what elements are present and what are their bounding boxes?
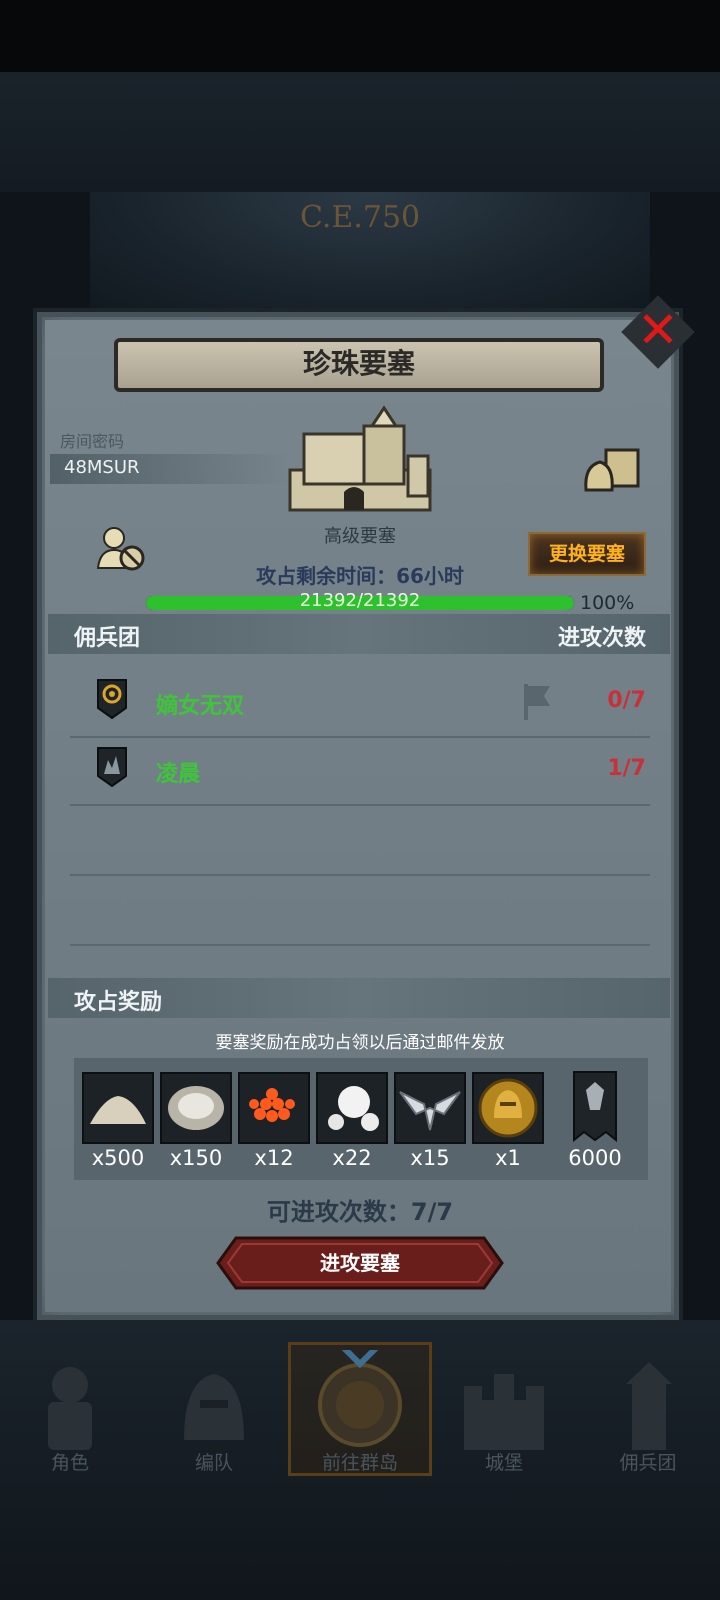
reward-qty: x1: [495, 1146, 521, 1170]
guild-attack-count: 0/7: [607, 688, 646, 713]
gold-helmet-coin-icon: [478, 1078, 538, 1138]
nav-label-islands: 前往群岛: [321, 1452, 398, 1474]
war-banner-icon[interactable]: [570, 1070, 620, 1144]
attack-fortress-label[interactable]: 进攻要塞: [216, 1236, 504, 1290]
reward-qty: x150: [169, 1146, 223, 1170]
nav-label-mercenary: 佣兵团: [619, 1452, 677, 1474]
castle-icon: [464, 1374, 544, 1450]
fortress-hp-text: 21392/21392: [299, 590, 421, 611]
pearls-icon: [328, 1086, 379, 1131]
available-attacks: 可进攻次数：7/7: [266, 1198, 454, 1226]
reward-qty: x12: [254, 1146, 294, 1170]
era-label: C.E.750: [300, 200, 421, 235]
nav-label-formation: 编队: [194, 1452, 233, 1474]
remaining-time: 攻占剩余时间：66小时: [256, 564, 464, 588]
row-divider: [70, 736, 650, 738]
reward-item[interactable]: [316, 1072, 388, 1144]
tower-icon: [626, 1362, 672, 1450]
fortress-icon: [288, 405, 432, 512]
reward-qty: 6000: [568, 1146, 622, 1170]
reward-item[interactable]: [238, 1072, 310, 1144]
fortress-hp-percent: 100%: [580, 592, 635, 614]
compass-icon: [318, 1350, 402, 1447]
map-background: [0, 72, 720, 192]
row-divider: [70, 874, 650, 876]
flag-icon: [524, 684, 550, 720]
attacks-header: 进攻次数: [557, 626, 646, 651]
supply-bag-icon[interactable]: [582, 442, 644, 494]
rewards-section-title: 攻占奖励: [74, 990, 163, 1015]
fortress-type: 高级要塞: [324, 526, 396, 547]
reward-item[interactable]: [394, 1072, 466, 1144]
guild-attack-count: 1/7: [607, 756, 646, 781]
guild-name[interactable]: 嫡女无双: [156, 688, 244, 720]
helmet-icon: [184, 1374, 244, 1440]
room-code-label: 房间密码: [60, 432, 125, 451]
dialog-title: 珍珠要塞: [302, 347, 415, 380]
guild-emblem-icon: [97, 747, 127, 788]
reward-qty: x15: [410, 1146, 450, 1170]
room-code-value[interactable]: 48MSUR: [64, 457, 140, 478]
nav-label-character: 角色: [50, 1452, 89, 1474]
reward-qty: x500: [91, 1146, 145, 1170]
oyster-shell-icon: [168, 1086, 224, 1130]
row-divider: [70, 804, 650, 806]
knight-icon: [48, 1367, 92, 1450]
fish-roe-icon: [249, 1088, 295, 1122]
silver-wings-emblem-icon: [399, 1091, 461, 1131]
reward-note: 要塞奖励在成功占领以后通过邮件发放: [215, 1033, 505, 1053]
guild-emblem-icon: [97, 679, 127, 720]
no-person-icon[interactable]: [96, 524, 146, 572]
reward-qty: x22: [332, 1146, 372, 1170]
nav-label-castle: 城堡: [484, 1452, 523, 1474]
close-icon[interactable]: ✕: [632, 304, 684, 356]
guild-name[interactable]: 凌晨: [156, 756, 200, 788]
row-divider: [70, 944, 650, 946]
reward-item[interactable]: [82, 1072, 154, 1144]
mercenary-section-title: 佣兵团: [74, 626, 141, 651]
reward-item[interactable]: [472, 1072, 544, 1144]
status-bar-area: [0, 0, 720, 72]
sand-pile-icon: [90, 1096, 146, 1124]
reward-item[interactable]: [160, 1072, 232, 1144]
change-fortress-button[interactable]: 更换要塞: [528, 532, 646, 576]
